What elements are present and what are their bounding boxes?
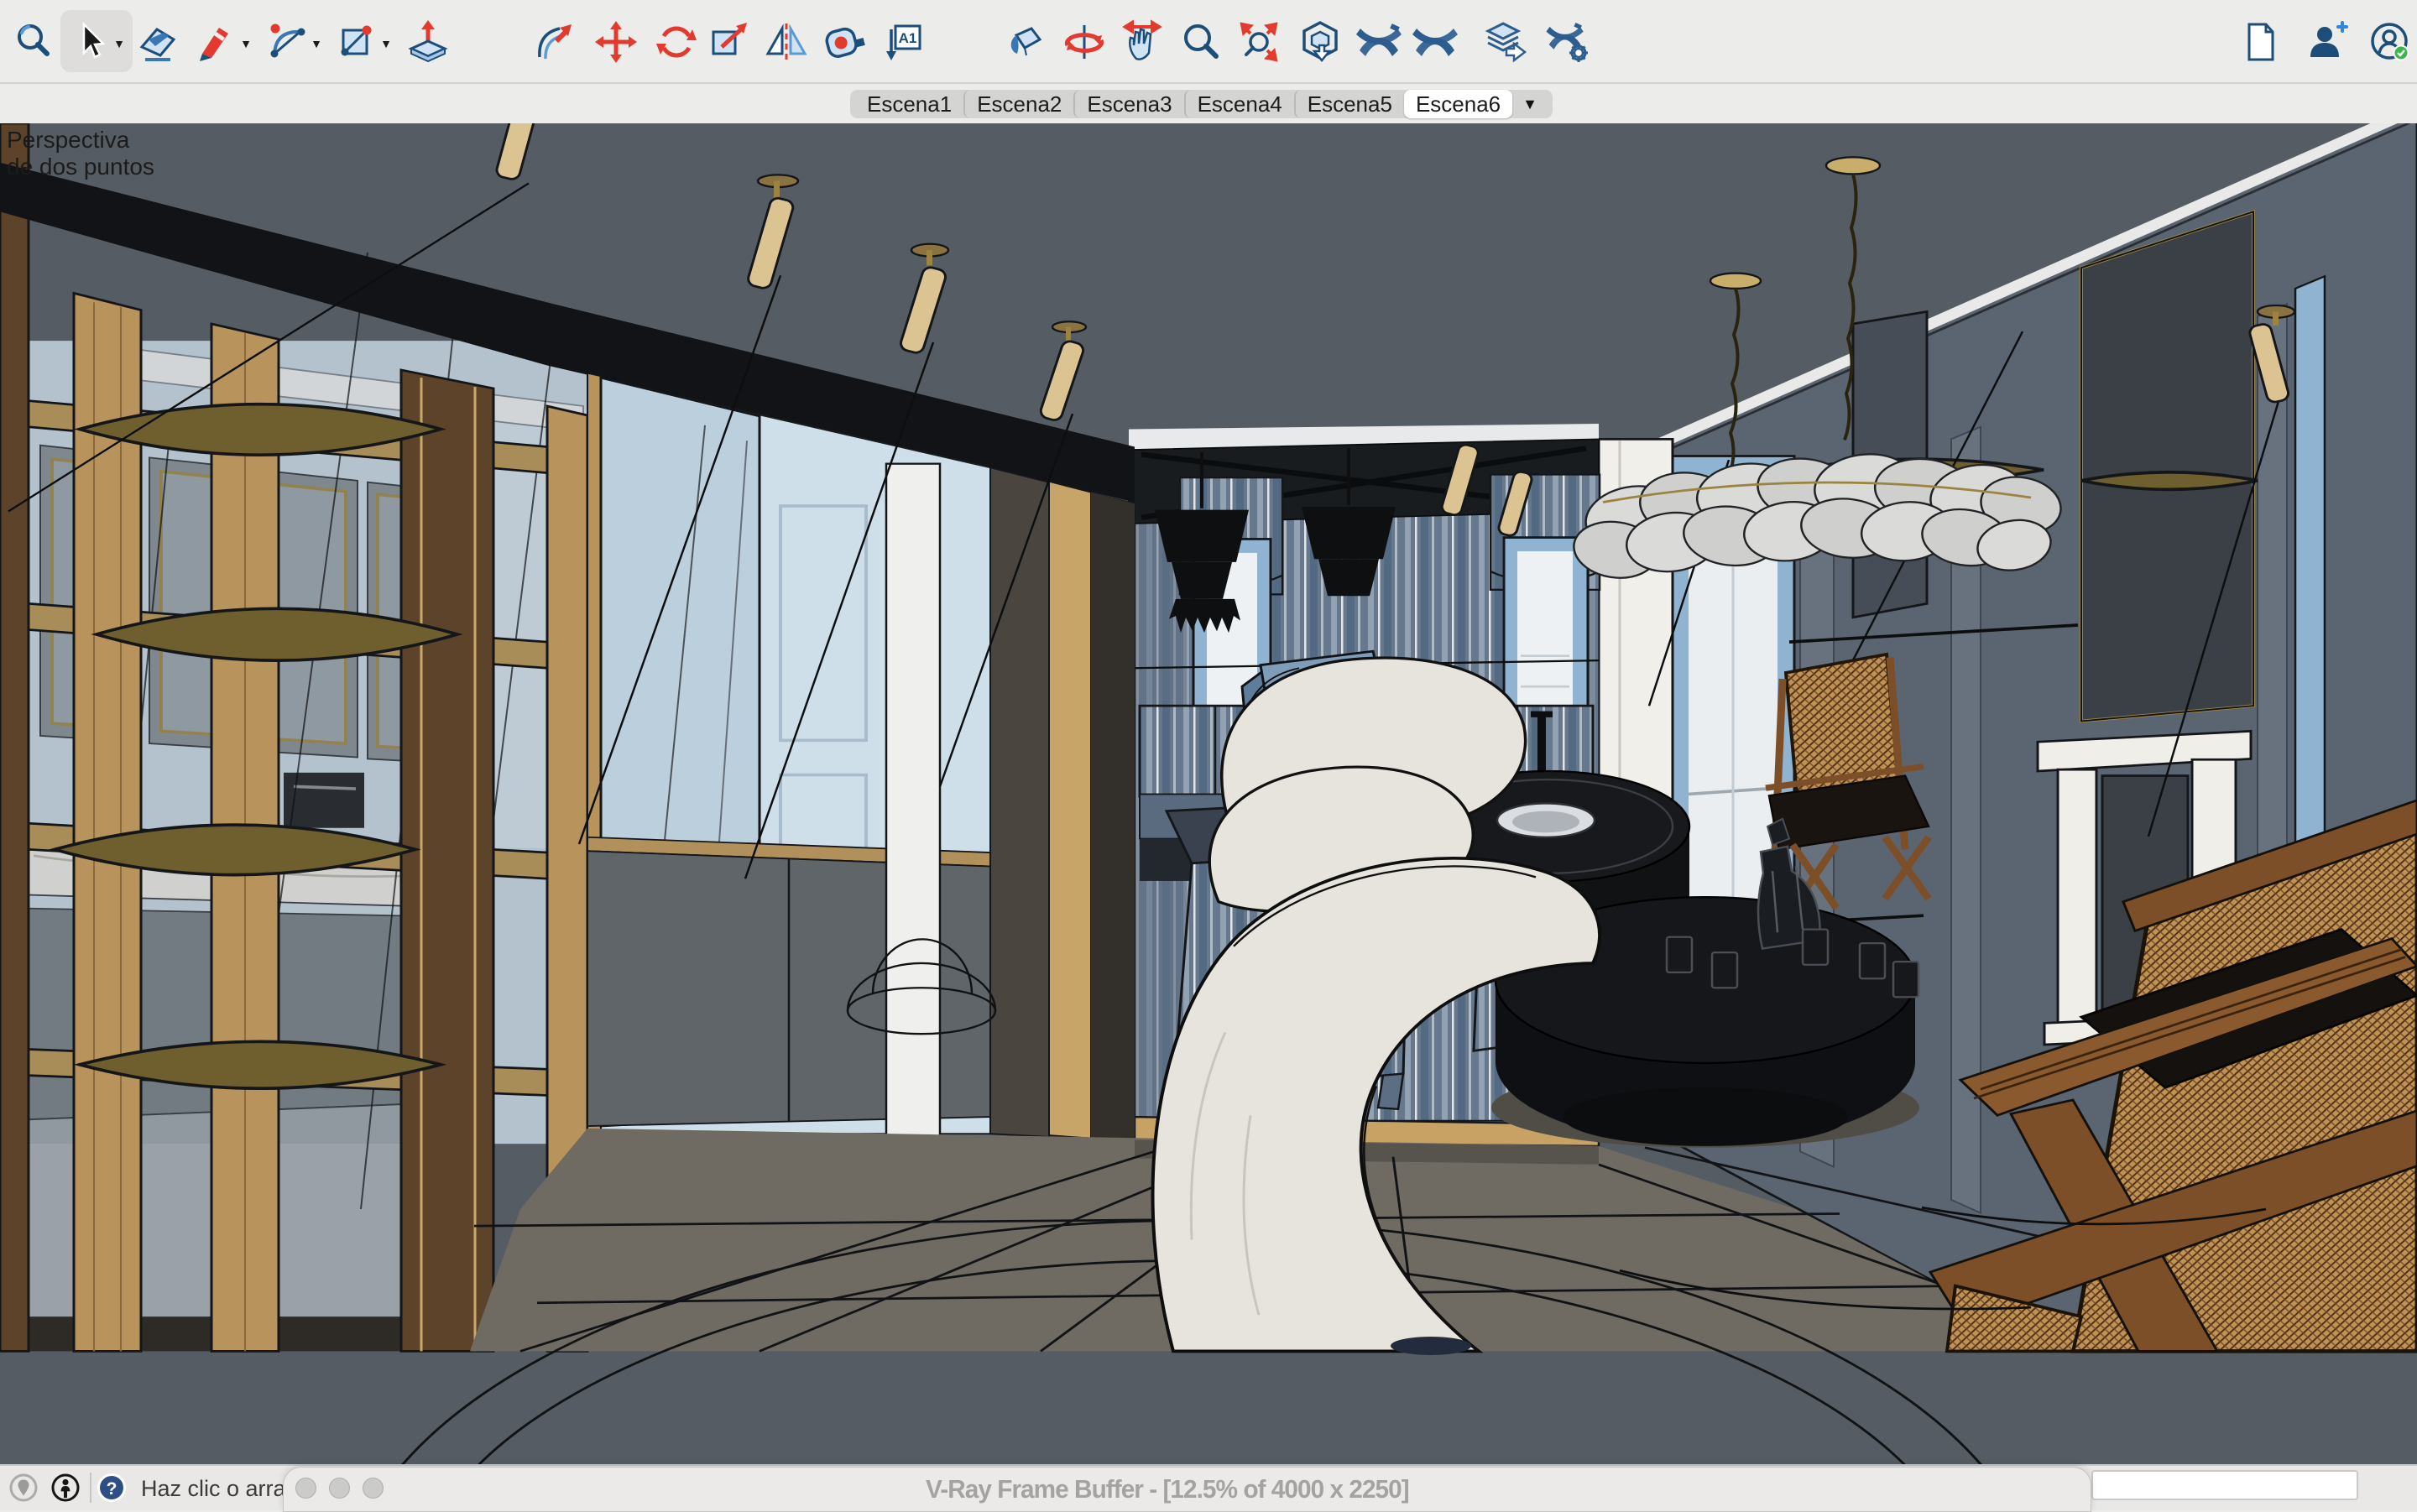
tab-escena5[interactable]: Escena5 [1294, 90, 1404, 118]
svg-text:A1: A1 [899, 30, 917, 46]
scene-tabs-overflow-button[interactable]: ▼ [1512, 96, 1548, 113]
arc-tool-icon[interactable] [264, 18, 311, 65]
tab-escena1[interactable]: Escena1 [855, 90, 963, 118]
tab-escena4[interactable]: Escena4 [1184, 90, 1294, 118]
flip-tool-icon[interactable] [763, 18, 810, 65]
window-zoom-button[interactable] [363, 1478, 384, 1499]
move-tool-icon[interactable] [593, 18, 639, 65]
scale-tool-icon[interactable] [707, 18, 754, 65]
layers-export-icon[interactable] [1481, 18, 1528, 65]
help-icon[interactable]: ? [97, 1473, 127, 1503]
viewport-3d[interactable]: Perspectiva de dos puntos [0, 123, 2417, 1464]
rotate-tool-icon[interactable] [653, 18, 700, 65]
zoom-tool-icon[interactable] [1177, 18, 1224, 65]
scene-render [0, 123, 2417, 1464]
add-collaborator-icon[interactable] [2303, 18, 2350, 65]
rectangle-tool-icon[interactable] [335, 18, 382, 65]
measurements-box[interactable] [2091, 1470, 2358, 1500]
tab-escena6-active[interactable]: Escena6 [1404, 90, 1512, 118]
status-separator [90, 1473, 91, 1503]
wave-extension-b-icon[interactable] [1412, 18, 1459, 65]
freehand-pencil-icon[interactable] [194, 18, 241, 65]
3d-warehouse-icon[interactable] [1297, 18, 1344, 65]
tab-escena3[interactable]: Escena3 [1073, 90, 1183, 118]
main-toolbar: ▼ ▼ ▼ ▼ A1 [0, 0, 2417, 84]
new-document-icon[interactable] [2237, 18, 2284, 65]
search-icon[interactable] [10, 18, 57, 65]
camera-mode-label: Perspectiva de dos puntos [7, 127, 154, 180]
pencil-dropdown-caret[interactable]: ▼ [239, 37, 253, 50]
window-minimize-button[interactable] [329, 1478, 350, 1499]
pan-tool-icon[interactable] [1119, 18, 1166, 65]
center-left-wall [587, 373, 1135, 1142]
status-hint-text: Haz clic o arra [141, 1476, 286, 1502]
svg-text:?: ? [107, 1479, 117, 1499]
select-dropdown-caret[interactable]: ▼ [112, 37, 126, 50]
rectangle-dropdown-caret[interactable]: ▼ [379, 37, 393, 50]
eraser-icon[interactable] [135, 18, 182, 65]
scene-tab-bar: Escena1 Escena2 Escena3 Escena4 Escena5 … [0, 84, 2417, 125]
wave-settings-icon[interactable] [1544, 18, 1591, 65]
geolocation-pin-icon[interactable] [8, 1473, 39, 1503]
zoom-extents-icon[interactable] [1235, 18, 1282, 65]
paint-bucket-icon[interactable] [1001, 18, 1048, 65]
arc-dropdown-caret[interactable]: ▼ [310, 37, 323, 50]
tape-measure-icon[interactable] [821, 18, 868, 65]
vray-frame-buffer-window[interactable]: V-Ray Frame Buffer - [12.5% of 4000 x 22… [283, 1467, 2091, 1512]
text-tool-icon[interactable]: A1 [880, 18, 927, 65]
vfb-window-title: V-Ray Frame Buffer - [12.5% of 4000 x 22… [926, 1474, 1409, 1504]
select-tool-icon[interactable] [67, 18, 114, 65]
scene-tab-strip: Escena1 Escena2 Escena3 Escena4 Escena5 … [850, 90, 1553, 118]
human-figure-icon[interactable] [50, 1473, 81, 1503]
wave-extension-a-icon[interactable] [1355, 18, 1402, 65]
follow-me-icon[interactable] [531, 18, 578, 65]
push-pull-icon[interactable] [405, 18, 452, 65]
tab-escena2[interactable]: Escena2 [963, 90, 1073, 118]
orbit-tool-icon[interactable] [1061, 18, 1108, 65]
account-icon[interactable] [2367, 18, 2414, 65]
window-close-button[interactable] [295, 1478, 316, 1499]
